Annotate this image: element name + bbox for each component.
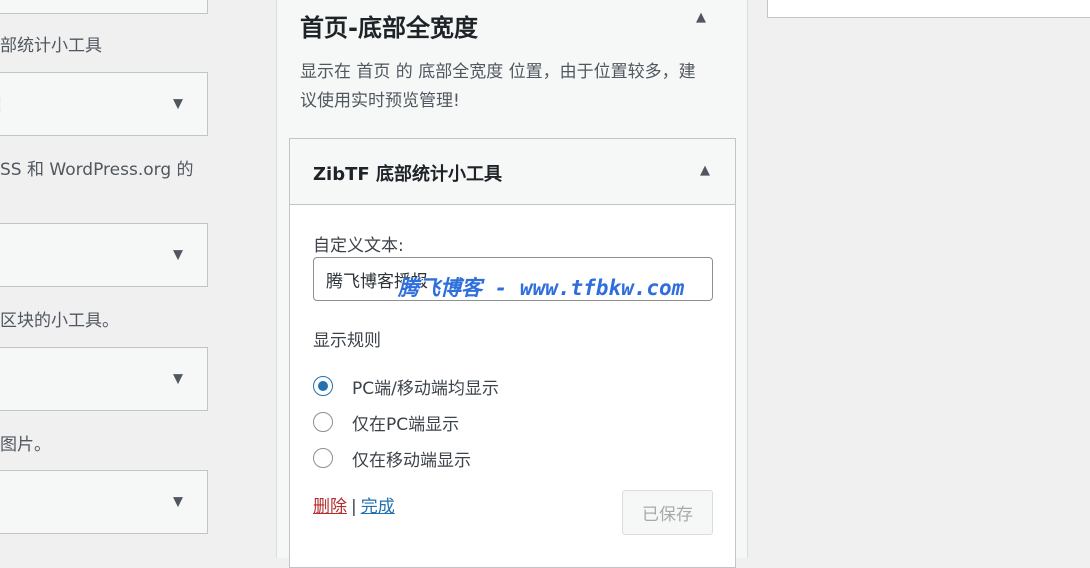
chevron-down-icon[interactable]: ▼ — [173, 495, 183, 510]
save-button[interactable]: 已保存 — [622, 490, 713, 535]
widget-header[interactable]: ZibTF 底部统计小工具 ▲ — [290, 139, 735, 205]
radio-label: PC端/移动端均显示 — [352, 378, 499, 399]
widget-description: 部统计小工具 — [0, 36, 102, 56]
custom-text-input[interactable] — [313, 257, 713, 301]
widget-actions: 删除 | 完成 — [313, 492, 395, 517]
sidebar-description: 显示在 首页 的 底部全宽度 位置，由于位置较多，建议使用实时预览管理! — [300, 62, 696, 111]
widget-title-fragment: ¦ — [0, 94, 2, 114]
available-widget-1[interactable] — [0, 0, 208, 14]
delete-link[interactable]: 删除 — [313, 497, 347, 517]
radio-label: 仅在PC端显示 — [352, 414, 460, 435]
right-sidebar-box — [767, 0, 1090, 18]
left-widget-column: 部统计小工具 ¦ ▼ SS 和 WordPress.org 的 ▼ 区块的小工具… — [0, 0, 260, 556]
radio-button[interactable] — [313, 412, 333, 432]
widget-description: 区块的小工具。 — [0, 311, 119, 331]
chevron-down-icon[interactable]: ▼ — [173, 372, 183, 387]
radio-button[interactable] — [313, 376, 333, 396]
widget-title: ZibTF 底部统计小工具 — [313, 164, 502, 185]
radio-option-pc[interactable]: 仅在PC端显示 — [313, 410, 460, 435]
separator: | — [351, 497, 357, 517]
done-link[interactable]: 完成 — [361, 497, 395, 517]
custom-text-label: 自定义文本: — [313, 236, 404, 256]
available-widget-5[interactable]: ▼ — [0, 470, 208, 534]
sidebar-title[interactable]: 首页-底部全宽度 — [300, 8, 478, 43]
widget-description: 图片。 — [0, 435, 51, 455]
display-rules-label: 显示规则 — [313, 331, 381, 351]
available-widget-3[interactable]: ▼ — [0, 223, 208, 287]
chevron-down-icon[interactable]: ▼ — [173, 248, 183, 263]
available-widget-4[interactable]: ▼ — [0, 347, 208, 411]
chevron-down-icon[interactable]: ▼ — [173, 97, 183, 112]
chevron-up-icon[interactable]: ▲ — [700, 163, 710, 178]
widget-description: SS 和 WordPress.org 的 — [0, 160, 194, 180]
radio-option-all[interactable]: PC端/移动端均显示 — [313, 374, 499, 399]
radio-button[interactable] — [313, 448, 333, 468]
available-widget-2[interactable]: ¦ ▼ — [0, 72, 208, 136]
radio-option-mobile[interactable]: 仅在移动端显示 — [313, 446, 471, 471]
radio-label: 仅在移动端显示 — [352, 450, 471, 471]
chevron-up-icon[interactable]: ▲ — [696, 10, 706, 25]
